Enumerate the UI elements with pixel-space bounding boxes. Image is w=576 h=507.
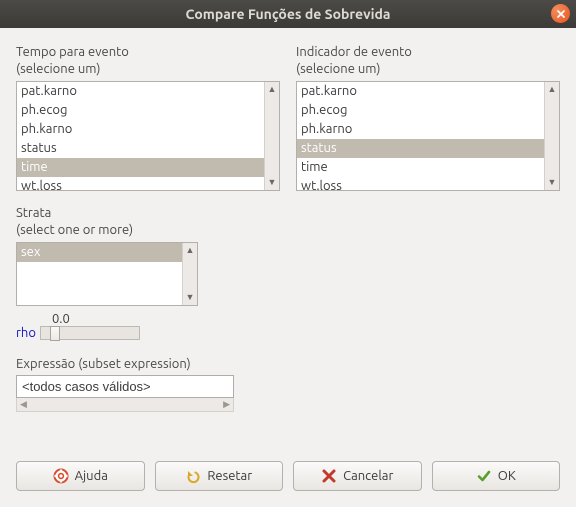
list-item[interactable]: sex [17,243,182,262]
list-item[interactable]: pat.karno [17,82,264,101]
titlebar: Compare Funções de Sobrevida [0,0,576,28]
list-item[interactable]: ph.karno [17,120,264,139]
list-item[interactable]: wt.loss [17,177,264,190]
close-button[interactable] [551,4,570,23]
cancel-button[interactable]: Cancelar [293,461,422,491]
button-bar: Ajuda Resetar Cancelar OK [16,461,560,491]
rho-slider[interactable] [40,326,140,340]
time-scrollbar[interactable]: ▲ ▼ [264,82,279,190]
strata-listbox[interactable]: sex [17,243,182,305]
rho-value: 0.0 [52,312,70,326]
ok-icon [476,468,492,484]
reset-button[interactable]: Resetar [155,461,284,491]
scroll-right-icon[interactable]: ▶ [220,399,233,410]
expression-input[interactable] [16,375,234,398]
scroll-left-icon[interactable]: ◀ [17,399,30,410]
rho-slider-thumb[interactable] [50,326,60,341]
scroll-up-icon[interactable]: ▲ [265,82,280,97]
strata-group: Strata (select one or more) sex ▲ ▼ rho … [16,205,198,340]
scroll-down-icon[interactable]: ▼ [183,290,198,305]
time-listbox[interactable]: pat.karnoph.ecogph.karnostatustimewt.los… [17,82,264,190]
help-icon [53,468,69,484]
list-item[interactable]: time [17,158,264,177]
ok-button[interactable]: OK [432,461,561,491]
scroll-up-icon[interactable]: ▲ [545,82,560,97]
expression-label: Expressão (subset expression) [16,356,560,373]
time-group-label: Tempo para evento (selecione um) [16,44,280,78]
cancel-icon [321,468,337,484]
scroll-down-icon[interactable]: ▼ [265,175,280,190]
list-item[interactable]: ph.ecog [297,101,544,120]
scroll-up-icon[interactable]: ▲ [183,243,198,258]
indicator-group-label: Indicador de evento (selecione um) [296,44,560,78]
list-item[interactable]: time [297,158,544,177]
strata-scrollbar[interactable]: ▲ ▼ [182,243,197,305]
time-group: Tempo para evento (selecione um) pat.kar… [16,44,280,191]
scroll-down-icon[interactable]: ▼ [545,175,560,190]
indicator-scrollbar[interactable]: ▲ ▼ [544,82,559,190]
window-title: Compare Funções de Sobrevida [186,6,391,22]
help-button[interactable]: Ajuda [16,461,145,491]
expression-hscroll[interactable]: ◀ ▶ [16,398,234,412]
list-item[interactable]: pat.karno [297,82,544,101]
list-item[interactable]: status [17,139,264,158]
expression-group: Expressão (subset expression) ◀ ▶ [16,356,560,413]
strata-group-label: Strata (select one or more) [16,205,198,239]
indicator-group: Indicador de evento (selecione um) pat.k… [296,44,560,191]
close-icon [556,9,566,19]
list-item[interactable]: status [297,139,544,158]
indicator-listbox[interactable]: pat.karnoph.ecogph.karnostatustimewt.los… [297,82,544,190]
list-item[interactable]: ph.ecog [17,101,264,120]
list-item[interactable]: ph.karno [297,120,544,139]
rho-label: rho [16,326,36,340]
list-item[interactable]: wt.loss [297,177,544,190]
undo-icon [185,468,201,484]
